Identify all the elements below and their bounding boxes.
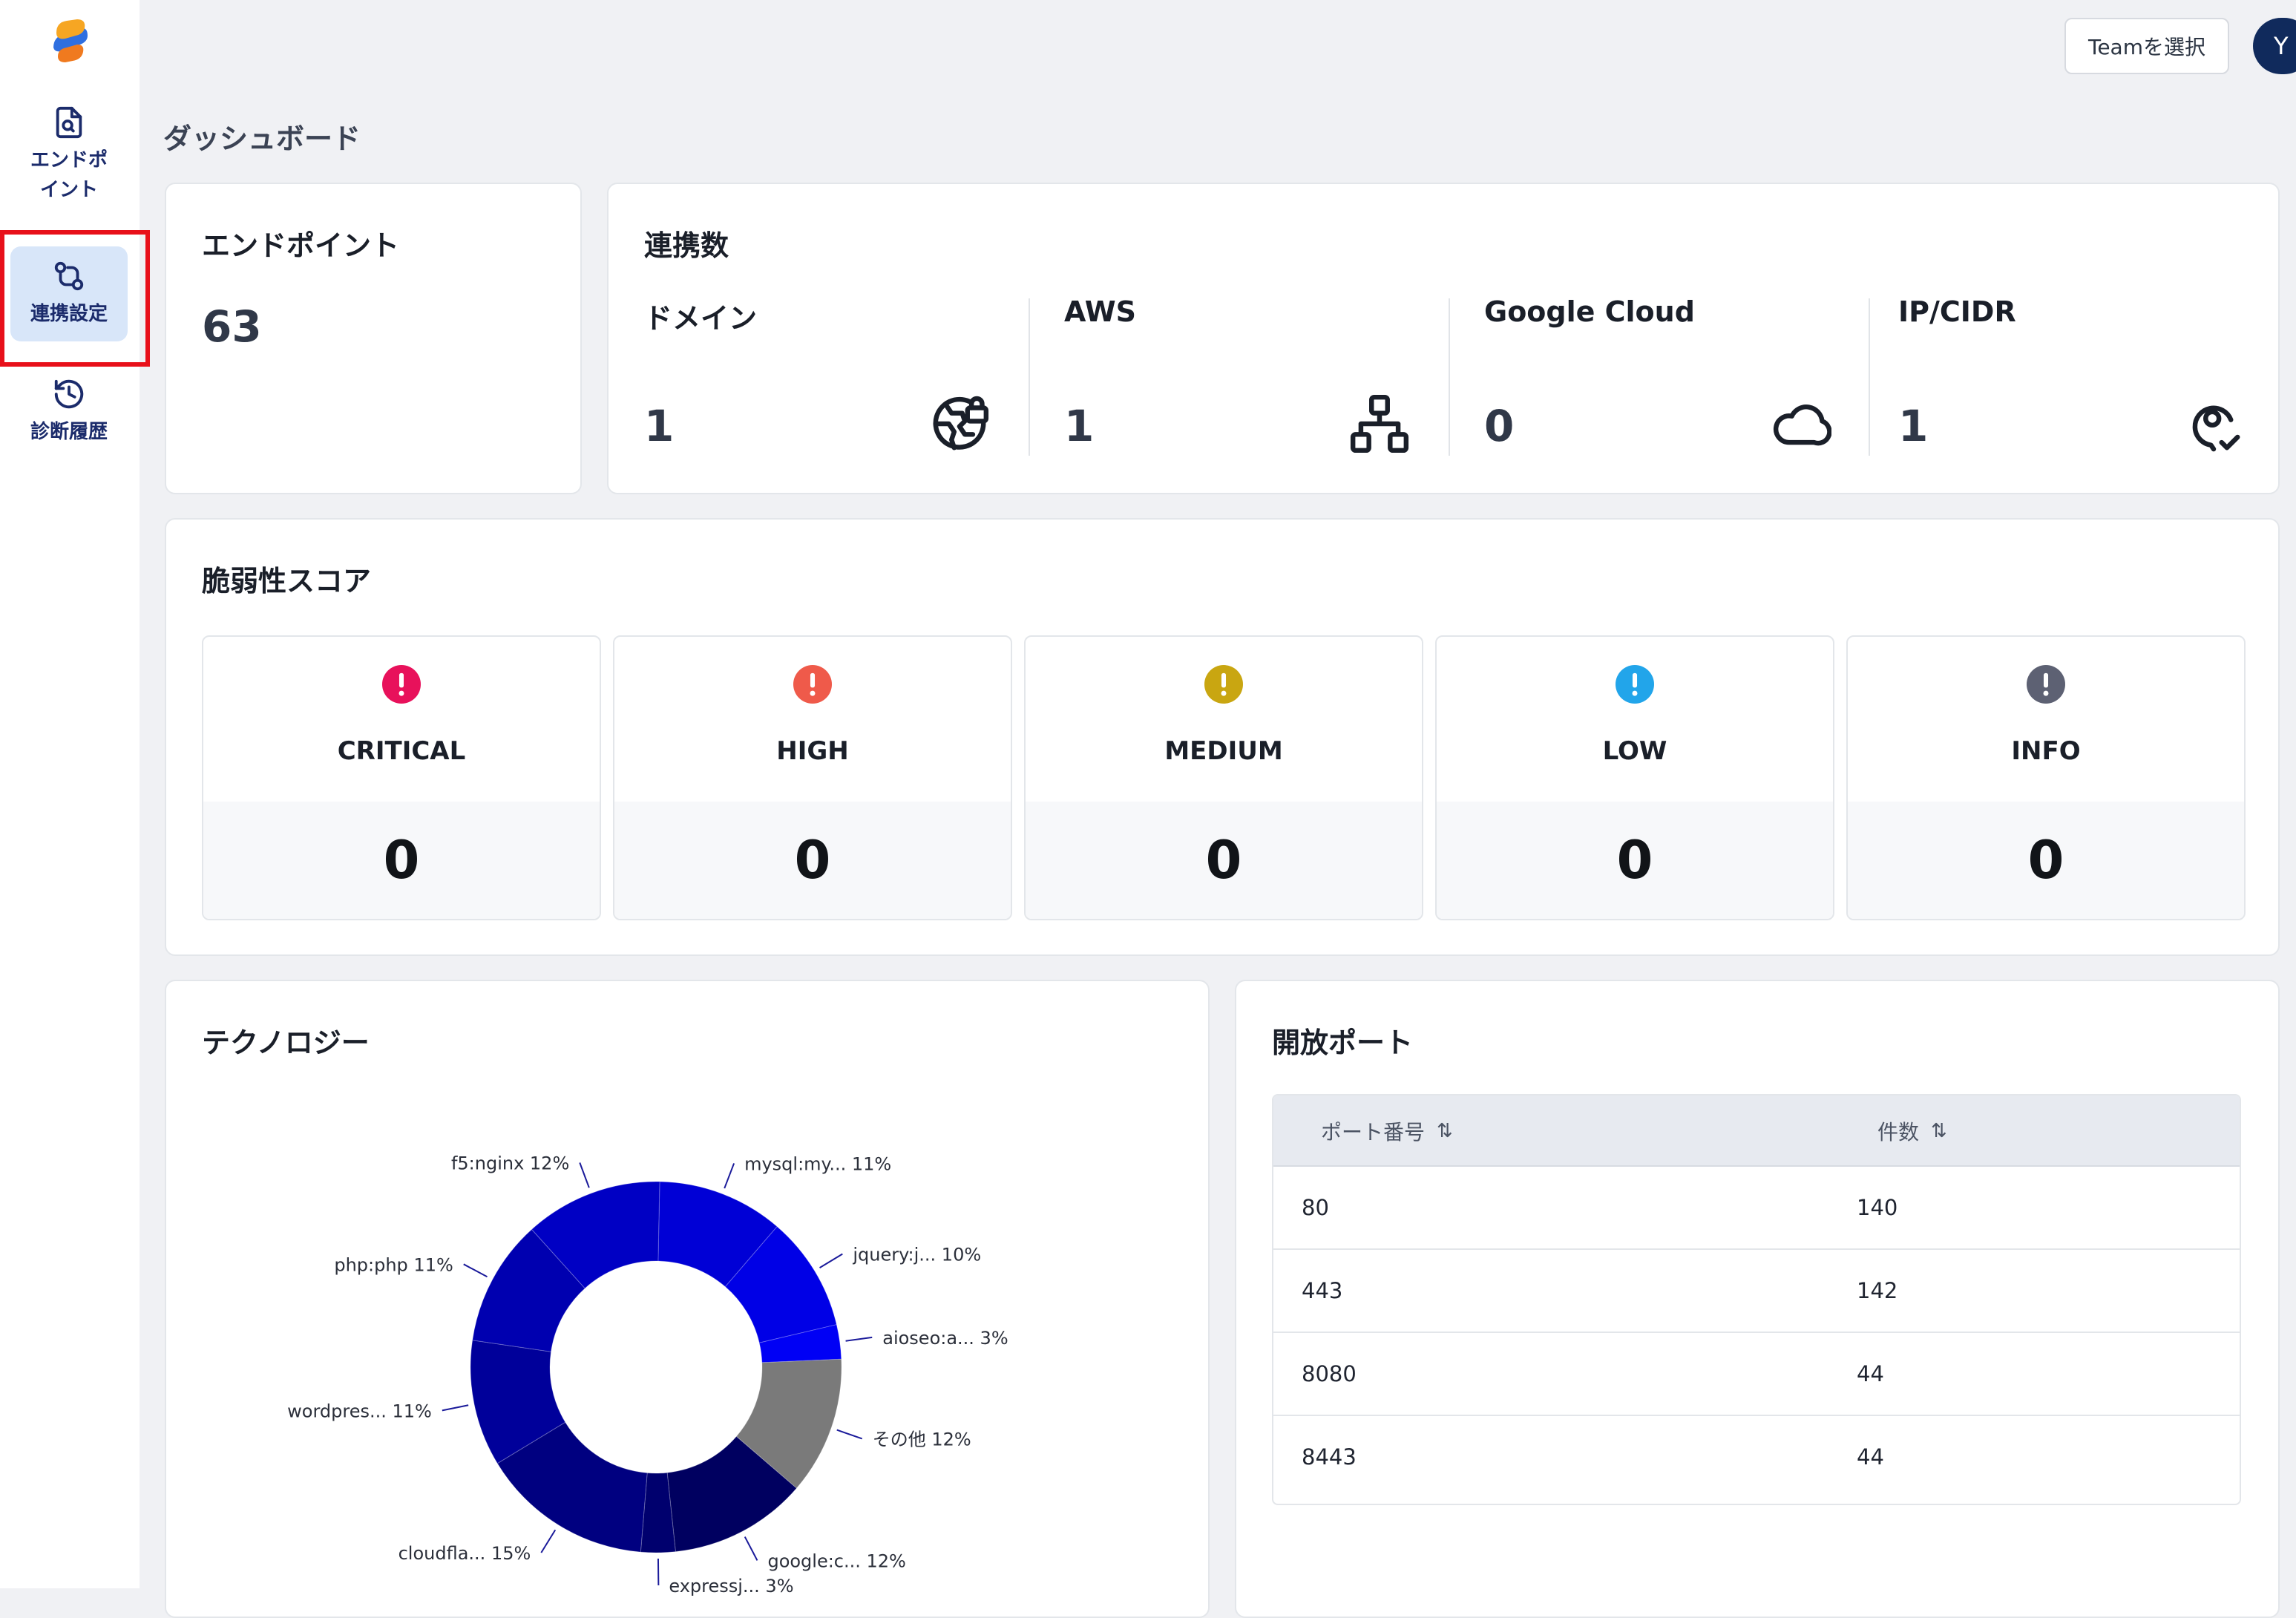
severity-label: LOW bbox=[1437, 736, 1833, 766]
table-row[interactable]: 80 140 bbox=[1273, 1167, 2240, 1250]
count-cell: 44 bbox=[1857, 1361, 1884, 1386]
slice-label: expressj... 3% bbox=[669, 1576, 793, 1596]
file-search-icon bbox=[52, 105, 86, 140]
network-icon bbox=[1348, 392, 1411, 456]
integration-label: IP/CIDR bbox=[1898, 295, 2016, 328]
table-row[interactable]: 8443 44 bbox=[1273, 1416, 2240, 1499]
technology-card: テクノロジー mysql:my... 11%jquery:j... 10%aio… bbox=[165, 980, 1210, 1618]
ports-table: ポート番号 ⇅ 件数 ⇅ 80 140 443 142 8080 44 8443… bbox=[1272, 1094, 2241, 1505]
sidebar-item-history[interactable]: 診断履歴 bbox=[10, 377, 128, 447]
selection-highlight-box bbox=[0, 230, 150, 367]
page-title: ダッシュボード bbox=[163, 116, 361, 157]
table-row[interactable]: 8080 44 bbox=[1273, 1333, 2240, 1416]
alert-icon bbox=[382, 665, 421, 704]
alert-icon bbox=[2027, 665, 2065, 704]
count-cell: 44 bbox=[1857, 1444, 1884, 1470]
sidebar-item-label: エンドポイント bbox=[24, 145, 114, 205]
count-cell: 140 bbox=[1857, 1195, 1898, 1220]
severity-count: 0 bbox=[1437, 830, 1833, 891]
slice-label: cloudfla... 15% bbox=[398, 1543, 531, 1564]
severity-count: 0 bbox=[614, 830, 1011, 891]
slice-label: aioseo:a... 3% bbox=[882, 1328, 1008, 1349]
column-header-label: 件数 bbox=[1877, 1116, 1919, 1146]
severity-label: INFO bbox=[1848, 736, 2244, 766]
avatar[interactable]: Y bbox=[2253, 18, 2296, 74]
integration-aws: AWS 1 bbox=[1029, 295, 1444, 496]
column-header-port[interactable]: ポート番号 ⇅ bbox=[1321, 1116, 1453, 1146]
table-row[interactable]: 443 142 bbox=[1273, 1250, 2240, 1333]
column-header-count[interactable]: 件数 ⇅ bbox=[1877, 1116, 1947, 1146]
card-title: 脆弱性スコア bbox=[202, 558, 371, 599]
endpoint-card: エンドポイント 63 bbox=[165, 183, 582, 494]
slice-label: jquery:j... 10% bbox=[852, 1244, 981, 1265]
globe-lock-icon bbox=[928, 392, 991, 456]
count-cell: 142 bbox=[1857, 1278, 1898, 1303]
cloud-icon bbox=[1768, 392, 1831, 456]
leader-line bbox=[442, 1405, 468, 1410]
leader-line bbox=[745, 1537, 758, 1561]
integration-ip-cidr: IP/CIDR 1 bbox=[1863, 295, 2278, 496]
table-header: ポート番号 ⇅ 件数 ⇅ bbox=[1273, 1095, 2240, 1167]
alert-icon bbox=[1204, 665, 1243, 704]
severity-medium: MEDIUM 0 bbox=[1024, 635, 1423, 920]
severity-label: CRITICAL bbox=[203, 736, 600, 766]
alert-icon bbox=[1616, 665, 1654, 704]
slice-label: その他 12% bbox=[873, 1429, 971, 1450]
integration-domain: ドメイン 1 bbox=[609, 295, 1024, 496]
leader-line bbox=[580, 1163, 589, 1188]
sidebar-item-label: 診断履歴 bbox=[30, 417, 108, 447]
severity-count: 0 bbox=[203, 830, 600, 891]
severity-count: 0 bbox=[1026, 830, 1422, 891]
history-icon bbox=[52, 377, 86, 411]
app-logo-icon[interactable] bbox=[47, 15, 92, 67]
column-header-label: ポート番号 bbox=[1321, 1116, 1425, 1146]
integration-value: 0 bbox=[1484, 401, 1514, 451]
severity-info: INFO 0 bbox=[1846, 635, 2246, 920]
sort-icon[interactable]: ⇅ bbox=[1931, 1120, 1947, 1142]
leader-line bbox=[837, 1430, 862, 1439]
slice-label: mysql:my... 11% bbox=[744, 1153, 891, 1174]
alert-icon bbox=[793, 665, 832, 704]
severity-label: MEDIUM bbox=[1026, 736, 1422, 766]
integration-value: 1 bbox=[1898, 401, 1928, 451]
team-select-button[interactable]: Teamを選択 bbox=[2064, 18, 2229, 74]
integration-label: Google Cloud bbox=[1484, 295, 1695, 328]
leader-line bbox=[464, 1264, 488, 1277]
sort-icon[interactable]: ⇅ bbox=[1437, 1120, 1453, 1142]
severity-label: HIGH bbox=[614, 736, 1011, 766]
slice-label: wordpres... 11% bbox=[287, 1401, 432, 1421]
map-pin-check-icon bbox=[2182, 392, 2246, 456]
endpoint-count: 63 bbox=[202, 301, 262, 352]
port-cell: 8080 bbox=[1302, 1361, 1357, 1386]
severity-count: 0 bbox=[1848, 830, 2244, 891]
open-ports-card: 開放ポート ポート番号 ⇅ 件数 ⇅ 80 140 443 142 8080 4… bbox=[1235, 980, 2280, 1618]
technology-donut-chart: mysql:my... 11% jquery:j... 10% aioseo:a..… bbox=[166, 981, 1208, 1617]
severity-critical: CRITICAL 0 bbox=[202, 635, 601, 920]
integration-label: AWS bbox=[1064, 295, 1136, 328]
integration-value: 1 bbox=[644, 401, 674, 451]
port-cell: 443 bbox=[1302, 1278, 1342, 1303]
card-title: エンドポイント bbox=[202, 223, 399, 263]
integration-value: 1 bbox=[1064, 401, 1094, 451]
severity-high: HIGH 0 bbox=[613, 635, 1012, 920]
severity-low: LOW 0 bbox=[1435, 635, 1834, 920]
card-title: 開放ポート bbox=[1272, 1020, 1413, 1061]
port-cell: 8443 bbox=[1302, 1444, 1357, 1470]
leader-line bbox=[541, 1530, 555, 1553]
slice-label: google:c... 12% bbox=[767, 1550, 905, 1571]
integration-card: 連携数 ドメイン 1 AWS 1 Google Cloud 0 IP/CID bbox=[607, 183, 2280, 494]
slice-label: f5:nginx 12% bbox=[451, 1153, 569, 1174]
port-cell: 80 bbox=[1302, 1195, 1329, 1220]
leader-line bbox=[820, 1254, 843, 1268]
integration-google-cloud: Google Cloud 0 bbox=[1449, 295, 1864, 496]
card-title: 連携数 bbox=[644, 223, 729, 263]
vulnerability-card: 脆弱性スコア CRITICAL 0 HIGH 0 bbox=[165, 518, 2280, 956]
slice-label: php:php 11% bbox=[334, 1254, 453, 1275]
leader-line bbox=[724, 1163, 734, 1188]
leader-line bbox=[846, 1337, 873, 1341]
integration-label: ドメイン bbox=[644, 295, 757, 336]
sidebar-item-endpoint[interactable]: エンドポイント bbox=[10, 102, 128, 205]
